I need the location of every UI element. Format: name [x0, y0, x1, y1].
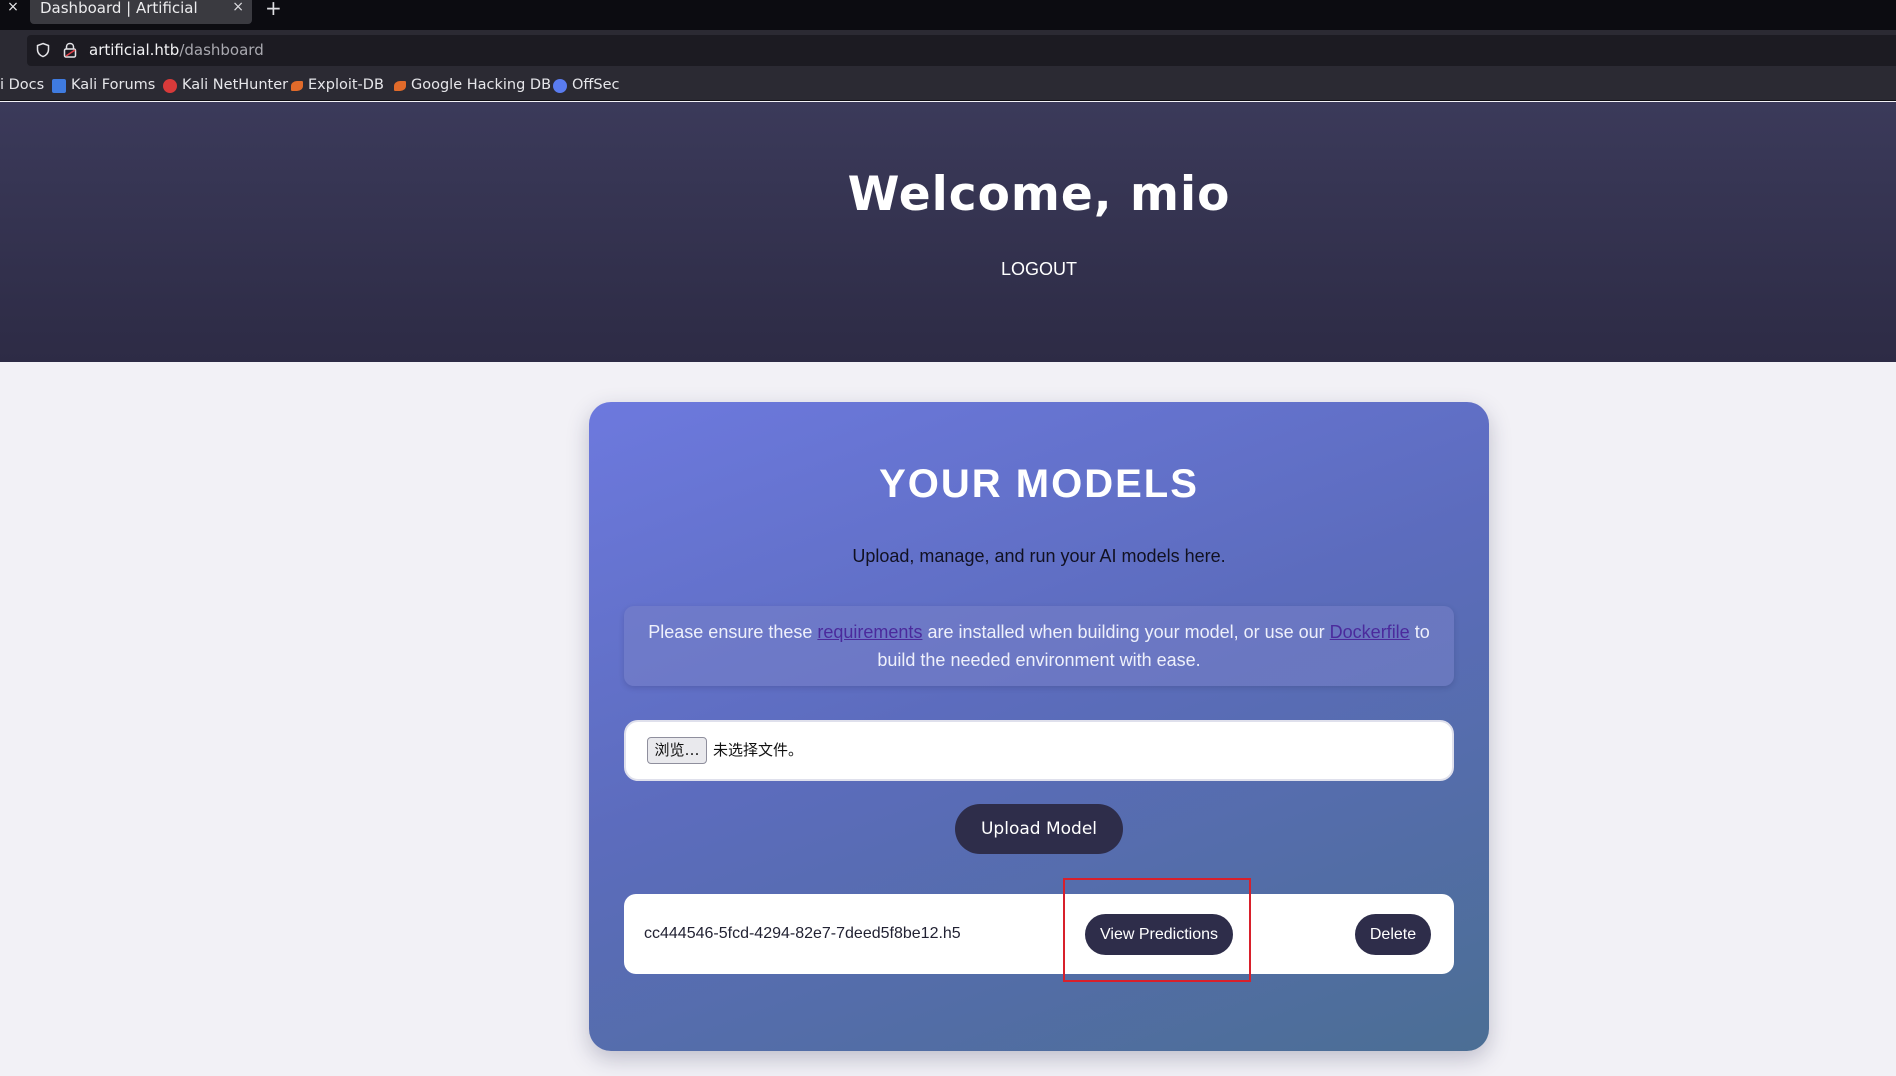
bookmark-kali-docs[interactable]: i Docs	[0, 77, 44, 94]
file-input[interactable]: 浏览… 未选择文件。	[624, 720, 1454, 781]
bookmark-label: Kali NetHunter	[182, 77, 289, 93]
bookmark-google-hacking-db[interactable]: Google Hacking DB	[394, 77, 551, 94]
model-list-item: cc444546-5fcd-4294-82e7-7deed5f8be12.h5 …	[624, 894, 1454, 974]
bookmark-label: Google Hacking DB	[411, 77, 552, 93]
bookmark-label: Exploit-DB	[308, 77, 384, 93]
models-card: YOUR MODELS Upload, manage, and run your…	[589, 402, 1489, 1051]
welcome-heading: Welcome, mio	[847, 167, 1231, 222]
nethunter-icon	[163, 78, 177, 93]
browser-nav-bar: artificial.htb/dashboard	[0, 30, 1896, 69]
url-text[interactable]: artificial.htb/dashboard	[89, 42, 264, 58]
bookmark-label: i Docs	[0, 77, 45, 93]
bookmark-label: Kali Forums	[71, 77, 156, 93]
upload-model-button[interactable]: Upload Model	[955, 804, 1123, 854]
ghdb-icon	[394, 80, 406, 91]
view-predictions-button[interactable]: View Predictions	[1085, 914, 1233, 955]
kali-forums-icon	[52, 78, 66, 93]
bookmark-offsec[interactable]: OffSec	[553, 77, 620, 94]
url-bar[interactable]: artificial.htb/dashboard	[27, 35, 1896, 66]
bookmark-kali-nethunter[interactable]: Kali NetHunter	[163, 77, 288, 94]
offsec-icon	[553, 78, 567, 93]
bookmark-kali-forums[interactable]: Kali Forums	[52, 77, 155, 94]
page-header: Welcome, mio LOGOUT	[0, 102, 1896, 362]
bookmark-exploit-db[interactable]: Exploit-DB	[291, 77, 384, 94]
url-path: /dashboard	[179, 41, 264, 59]
exploit-db-icon	[291, 80, 303, 91]
models-title: YOUR MODELS	[879, 462, 1199, 506]
lock-icon[interactable]	[63, 42, 77, 58]
tab-title: Dashboard | Artificial	[40, 0, 198, 17]
dockerfile-link[interactable]: Dockerfile	[1330, 622, 1410, 642]
close-icon[interactable]: ×	[5, 0, 21, 16]
bookmark-label: OffSec	[572, 77, 620, 93]
requirements-notice: Please ensure these requirements are ins…	[624, 606, 1454, 686]
model-filename: cc444546-5fcd-4294-82e7-7deed5f8be12.h5	[644, 925, 961, 942]
browser-tab-dashboard[interactable]: Dashboard | Artificial ×	[30, 0, 252, 24]
new-tab-icon[interactable]: +	[265, 0, 282, 18]
shield-icon[interactable]	[35, 42, 51, 58]
browse-button[interactable]: 浏览…	[647, 737, 707, 764]
tab-close-icon[interactable]: ×	[232, 0, 244, 14]
notice-text-middle: are installed when building your model, …	[922, 622, 1330, 642]
delete-button[interactable]: Delete	[1355, 914, 1431, 955]
browser-tab-strip: × Dashboard | Artificial × +	[0, 0, 1896, 30]
logout-link[interactable]: LOGOUT	[0, 259, 1896, 279]
no-file-selected-label: 未选择文件。	[713, 741, 804, 759]
notice-text-start: Please ensure these	[648, 622, 818, 642]
models-subtitle: Upload, manage, and run your AI models h…	[852, 546, 1226, 566]
bookmarks-toolbar: i Docs Kali Forums Kali NetHunter Exploi…	[0, 69, 1896, 101]
url-host: artificial.htb	[89, 41, 180, 59]
requirements-link[interactable]: requirements	[817, 622, 922, 642]
